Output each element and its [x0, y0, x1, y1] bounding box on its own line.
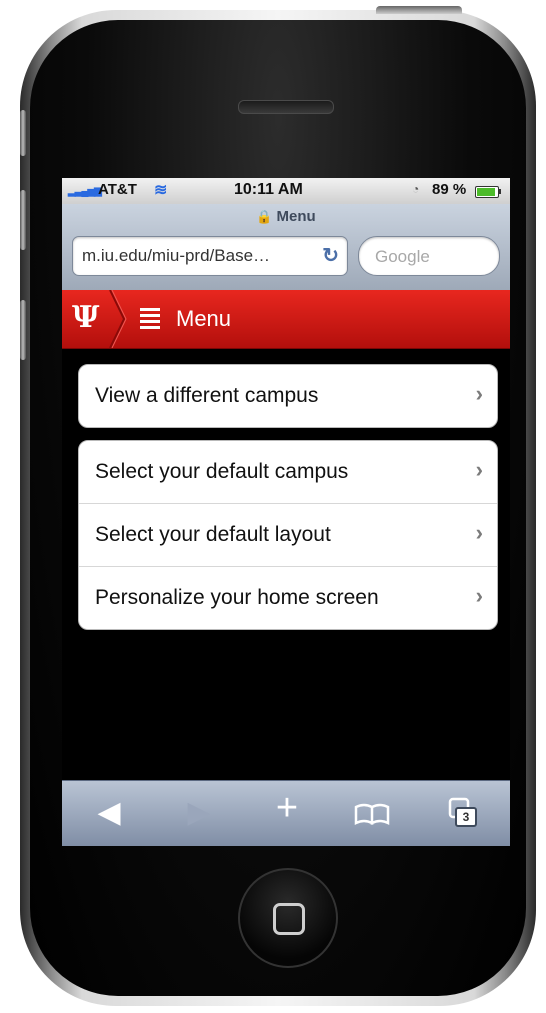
bookmarks-book-icon[interactable] — [348, 801, 398, 827]
orientation-lock-icon: ◔ — [412, 182, 420, 196]
battery-icon — [475, 186, 499, 198]
battery-fill — [477, 188, 495, 196]
chevron-right-icon: › — [475, 520, 483, 545]
home-button[interactable] — [238, 868, 338, 968]
search-field[interactable]: Google — [358, 236, 500, 276]
chevron-right-icon: › — [475, 457, 483, 482]
earpiece-speaker — [238, 100, 334, 114]
page-title-container: 🔒 Menu — [62, 208, 510, 225]
breadcrumb-chevron-icon — [109, 290, 127, 348]
list-item-label: Select your default campus — [95, 460, 349, 483]
page-title: Menu — [276, 208, 316, 225]
tab-count-badge: 3 — [455, 807, 477, 827]
battery-tip — [498, 189, 501, 194]
list-item-personalize-home[interactable]: Personalize your home screen › — [79, 567, 497, 629]
list-item-default-layout[interactable]: Select your default layout › — [79, 504, 497, 567]
header-title: Menu — [176, 306, 232, 331]
signal-strength-icon: ▂▃▄▅▆ — [68, 186, 102, 197]
address-bar[interactable]: m.iu.edu/miu-prd/Base… ↻ — [72, 236, 348, 276]
browser-title-bar: 🔒 Menu m.iu.edu/miu-prd/Base… ↻ Google — [62, 204, 510, 291]
settings-group: Select your default campus › Select your… — [78, 440, 498, 630]
home-square-icon — [273, 903, 305, 935]
plus-icon[interactable]: + — [262, 787, 312, 830]
volume-up-button — [20, 190, 26, 250]
status-bar: ▂▃▄▅▆ AT&T ≋ 10:11 AM ◔ 89 % — [62, 178, 510, 204]
iu-trident-logo[interactable]: Ψ — [72, 300, 99, 335]
forward-arrow-icon[interactable]: ▶ — [174, 795, 224, 830]
volume-down-button — [20, 300, 26, 360]
battery-percent: 89 % — [432, 181, 467, 198]
sleep-button — [376, 6, 462, 14]
reload-icon[interactable]: ↻ — [322, 243, 339, 268]
campus-group: View a different campus › — [78, 364, 498, 428]
carrier-name: AT&T — [98, 181, 137, 198]
mute-switch — [20, 110, 26, 156]
chevron-right-icon: › — [475, 381, 483, 406]
list-item-label: Personalize your home screen — [95, 586, 379, 609]
browser-toolbar: ◀ ▶ + 3 — [62, 780, 510, 846]
list-item-view-different-campus[interactable]: View a different campus › — [79, 365, 497, 427]
url-text: m.iu.edu/miu-prd/Base… — [82, 246, 271, 265]
list-icon — [140, 308, 160, 330]
back-arrow-icon[interactable]: ◀ — [84, 795, 134, 830]
phone-screen: ▂▃▄▅▆ AT&T ≋ 10:11 AM ◔ 89 % 🔒 Menu m.iu.… — [62, 178, 510, 846]
list-item-default-campus[interactable]: Select your default campus › — [79, 441, 497, 504]
list-item-label: View a different campus — [95, 384, 319, 407]
padlock-icon: 🔒 — [256, 209, 273, 224]
list-item-label: Select your default layout — [95, 523, 331, 546]
wifi-icon: ≋ — [154, 182, 168, 199]
site-header: Ψ Menu — [62, 290, 510, 349]
chevron-right-icon: › — [475, 583, 483, 608]
status-time: 10:11 AM — [234, 181, 303, 198]
search-placeholder: Google — [375, 247, 430, 266]
